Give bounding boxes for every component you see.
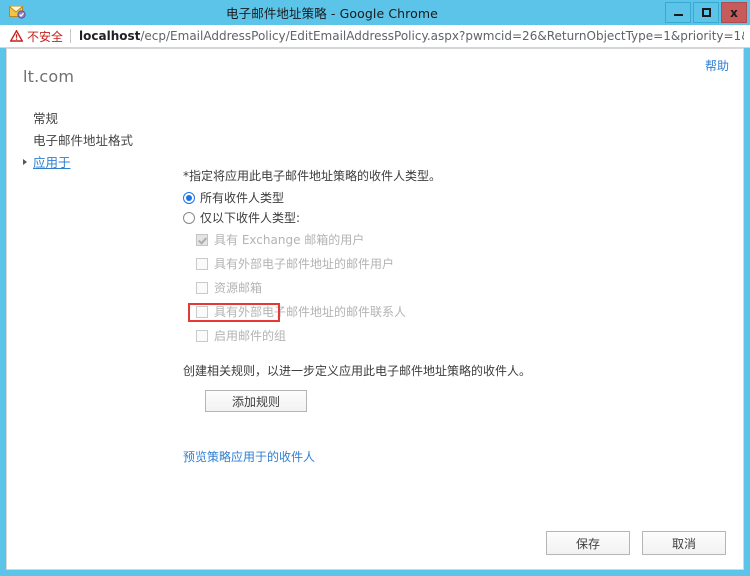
radio-icon-unselected[interactable] <box>183 211 195 224</box>
checkbox-icon-unchecked <box>196 329 208 342</box>
maximize-icon <box>701 8 711 17</box>
preview-recipients-link[interactable]: 预览策略应用于的收件人 <box>183 448 315 465</box>
add-rule-button[interactable]: 添加规则 <box>205 390 307 412</box>
dialog-footer: 保存 取消 <box>546 531 726 555</box>
rules-description: 创建相关规则，以进一步定义应用此电子邮件地址策略的收件人。 <box>183 364 532 378</box>
sidebar-item-label: 电子邮件地址格式 <box>33 133 134 148</box>
checkbox-label: 启用邮件的组 <box>214 329 287 343</box>
recipient-type-checklist: 具有 Exchange 邮箱的用户 具有外部电子邮件地址的邮件用户 资源邮箱 具… <box>196 232 603 343</box>
mail-policy-icon <box>9 4 26 20</box>
warning-triangle-icon <box>9 29 24 42</box>
radio-all-recipient-types[interactable]: 所有收件人类型 <box>183 189 603 206</box>
checkbox-label: 具有 Exchange 邮箱的用户 <box>214 233 365 247</box>
omnibox-divider <box>70 29 72 43</box>
checkbox-label: 具有外部电子邮件地址的邮件联系人 <box>214 305 407 319</box>
page-viewport: 帮助 lt.com 常规 电子邮件地址格式 应用于 *指定将应用此电子邮件地址策… <box>0 48 750 576</box>
checkbox-icon-unchecked <box>196 257 208 270</box>
url-path: /ecp/EmailAddressPolicy/EditEmailAddress… <box>140 29 744 43</box>
checkbox-row-mail-enabled-groups: 启用邮件的组 <box>196 328 603 343</box>
minimize-button[interactable] <box>665 2 691 23</box>
browser-window: 电子邮件地址策略 - Google Chrome x 不安全 localhost… <box>0 0 750 576</box>
close-button[interactable]: x <box>721 2 747 23</box>
radio-label: 所有收件人类型 <box>200 191 285 205</box>
ecp-dialog: 帮助 lt.com 常规 电子邮件地址格式 应用于 *指定将应用此电子邮件地址策… <box>6 48 744 570</box>
sidebar-item-label: 常规 <box>33 111 59 126</box>
checkbox-row-resource-mailboxes: 资源邮箱 <box>196 280 603 295</box>
radio-label: 仅以下收件人类型: <box>200 211 301 225</box>
checkbox-row-external-mail-contacts: 具有外部电子邮件地址的邮件联系人 <box>196 304 603 319</box>
checkbox-icon-checked <box>196 233 208 246</box>
checkbox-icon-unchecked <box>196 305 208 318</box>
title-bar: 电子邮件地址策略 - Google Chrome x <box>0 0 750 25</box>
page-title: lt.com <box>23 67 75 86</box>
checkbox-row-exchange-mailbox-users: 具有 Exchange 邮箱的用户 <box>196 232 603 247</box>
minimize-icon <box>673 14 683 16</box>
checkbox-row-external-mail-users: 具有外部电子邮件地址的邮件用户 <box>196 256 603 271</box>
radio-only-following-types[interactable]: 仅以下收件人类型: <box>183 209 603 226</box>
radio-icon-selected[interactable] <box>183 191 195 204</box>
window-controls: x <box>665 2 747 23</box>
sidebar-item-applied-to[interactable]: 应用于 <box>23 152 183 174</box>
close-icon: x <box>730 5 738 20</box>
window-title: 电子邮件地址策略 - Google Chrome <box>226 6 438 21</box>
address-bar[interactable]: 不安全 localhost/ecp/EmailAddressPolicy/Edi… <box>0 25 750 48</box>
security-status-label: 不安全 <box>27 29 64 44</box>
sidebar-item-label: 应用于 <box>33 155 71 170</box>
sidebar-item-general[interactable]: 常规 <box>23 108 183 130</box>
url-host: localhost <box>79 29 141 43</box>
checkbox-label: 具有外部电子邮件地址的邮件用户 <box>214 257 395 271</box>
applied-to-form: *指定将应用此电子邮件地址策略的收件人类型。 所有收件人类型 仅以下收件人类型:… <box>183 167 603 465</box>
help-link[interactable]: 帮助 <box>705 57 729 74</box>
sidebar: lt.com 常规 电子邮件地址格式 应用于 <box>23 67 183 174</box>
url-text[interactable]: localhost/ecp/EmailAddressPolicy/EditEma… <box>79 29 744 43</box>
save-button[interactable]: 保存 <box>546 531 630 555</box>
sidebar-item-email-address-format[interactable]: 电子邮件地址格式 <box>23 130 183 152</box>
checkbox-icon-unchecked <box>196 281 208 294</box>
checkbox-label: 资源邮箱 <box>214 281 263 295</box>
ecp-dialog-frame: 帮助 lt.com 常规 电子邮件地址格式 应用于 *指定将应用此电子邮件地址策… <box>0 48 750 576</box>
form-instruction: *指定将应用此电子邮件地址策略的收件人类型。 <box>183 169 442 183</box>
chevron-right-icon <box>23 159 27 165</box>
maximize-button[interactable] <box>693 2 719 23</box>
cancel-button[interactable]: 取消 <box>642 531 726 555</box>
